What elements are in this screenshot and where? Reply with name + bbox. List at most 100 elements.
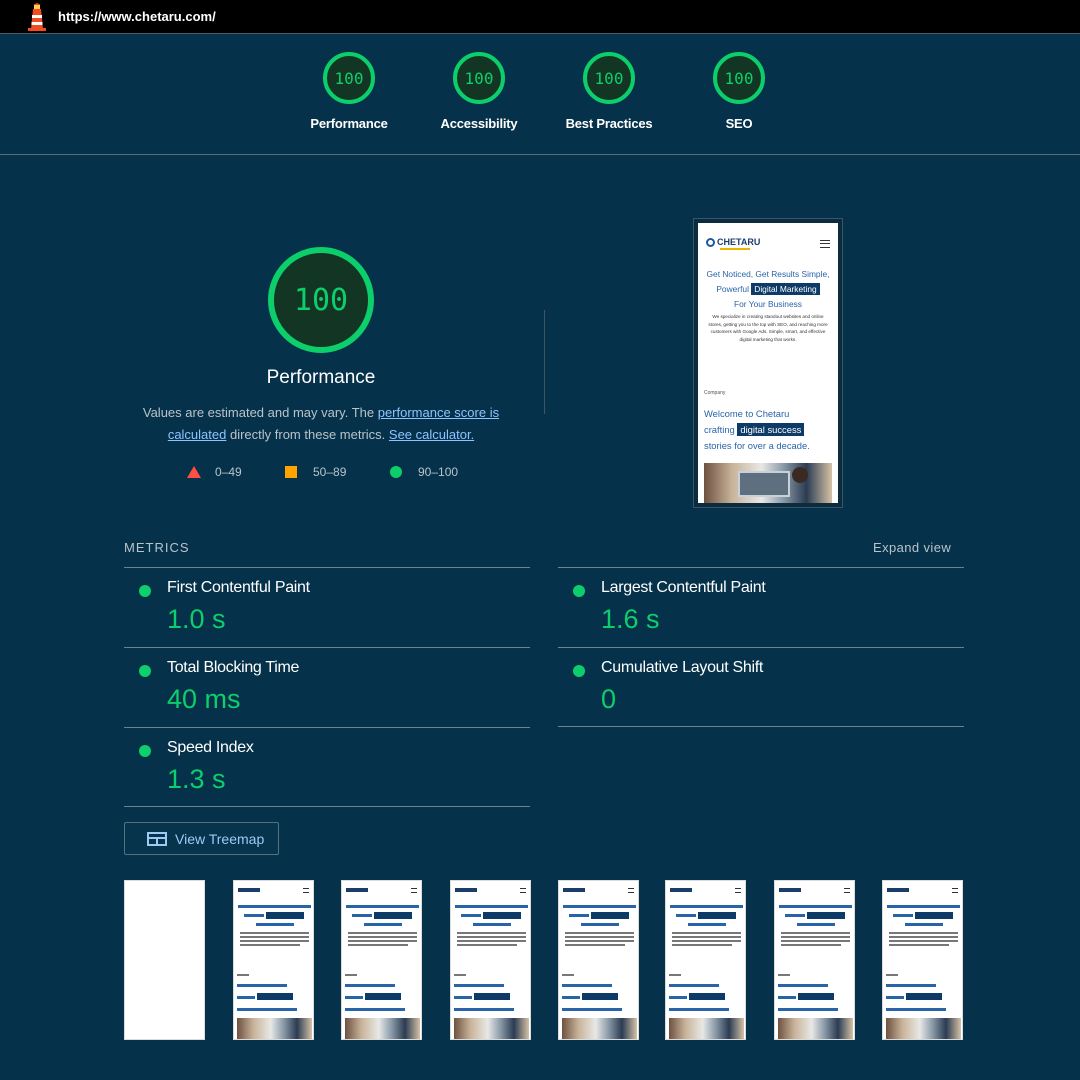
metric-value: 0 xyxy=(601,684,617,714)
thumbnail-part xyxy=(582,993,618,1000)
page-preview: CHETARU Get Noticed, Get Results Simple,… xyxy=(698,223,838,503)
divider xyxy=(544,310,545,414)
thumbnail-part xyxy=(348,940,417,942)
thumbnail-part xyxy=(348,944,408,946)
thumbnail-part xyxy=(886,974,898,976)
thumbnail-part xyxy=(781,944,841,946)
thumbnail-part xyxy=(473,923,511,926)
thumbnail-part xyxy=(562,1018,637,1039)
metric-value: 1.6 s xyxy=(601,604,660,634)
thumbnail-part xyxy=(886,984,936,987)
thumbnail-part xyxy=(457,936,526,938)
treemap-label: View Treemap xyxy=(175,830,265,847)
headline-line: For Your Business xyxy=(734,299,802,309)
final-screenshot[interactable]: CHETARU Get Noticed, Get Results Simple,… xyxy=(693,218,843,508)
thumbnail-part xyxy=(905,923,943,926)
thumbnail-part xyxy=(345,1018,420,1039)
thumbnail-part xyxy=(672,932,741,934)
metric-name: Speed Index xyxy=(167,739,254,756)
thumbnail-part xyxy=(591,912,629,919)
thumbnail-part xyxy=(474,993,510,1000)
thumbnail-part xyxy=(781,936,850,938)
thumbnail-part xyxy=(797,923,835,926)
legend-label: 90–100 xyxy=(418,465,459,479)
triangle-icon xyxy=(187,466,201,478)
thumbnail-part xyxy=(889,932,958,934)
thumbnail-part xyxy=(581,923,619,926)
see-calculator-link[interactable]: See calculator. xyxy=(389,427,474,442)
thumbnail-part xyxy=(886,1008,946,1011)
thumbnail-part xyxy=(887,905,960,908)
thumbnail-part xyxy=(669,974,681,976)
thumbnail-part xyxy=(411,888,417,893)
view-treemap-button[interactable]: View Treemap xyxy=(124,822,279,855)
thumbnail-part xyxy=(906,993,942,1000)
thumbnail-part xyxy=(844,888,850,893)
thumbnail-part xyxy=(374,912,412,919)
thumbnail-part xyxy=(345,1008,405,1011)
metric-value: 1.3 s xyxy=(167,764,226,794)
thumbnail-part xyxy=(454,996,472,999)
metric-name: Cumulative Layout Shift xyxy=(601,659,764,676)
thumbnail-part xyxy=(345,996,363,999)
thumbnail-part xyxy=(889,936,958,938)
thumbnail-part xyxy=(670,888,692,892)
category-seo[interactable]: 100 SEO xyxy=(659,52,819,131)
metric-tbt: Total Blocking Time 40 ms xyxy=(124,647,530,727)
thumbnail-part xyxy=(915,912,953,919)
pass-circle-icon xyxy=(573,585,585,597)
legend-average: 50–89 xyxy=(285,465,346,479)
treemap-icon xyxy=(147,831,167,846)
headline-line: Welcome to Chetaru xyxy=(704,408,790,419)
thumbnail-part xyxy=(628,888,634,893)
headline-line: Powerful xyxy=(716,284,749,294)
thumbnail-part xyxy=(781,932,850,934)
thumbnail-part xyxy=(238,905,311,908)
thumbnail-part xyxy=(672,944,732,946)
headline-highlight: Digital Marketing xyxy=(751,283,820,295)
headline-line: stories for over a decade. xyxy=(704,440,810,451)
filmstrip-frame xyxy=(124,880,205,1040)
thumbnail-part xyxy=(244,914,264,917)
metric-fcp: First Contentful Paint 1.0 s xyxy=(124,567,530,647)
thumbnail-part xyxy=(364,923,402,926)
thumbnail-part xyxy=(454,974,466,976)
headline-line: Get Noticed, Get Results Simple, xyxy=(706,269,830,279)
expand-view-button[interactable]: Expand view xyxy=(873,540,951,555)
thumbnail-part xyxy=(562,996,580,999)
thumbnail-part xyxy=(345,984,395,987)
thumbnail-part xyxy=(778,996,796,999)
thumbnail-part xyxy=(563,888,585,892)
thumbnail-part xyxy=(565,944,625,946)
thumbnail-part xyxy=(457,932,526,934)
thumbnail-part xyxy=(346,905,419,908)
site-logo: CHETARU xyxy=(706,237,760,247)
thumbnail-part xyxy=(669,1018,744,1039)
legend-fail: 0–49 xyxy=(187,465,242,479)
thumbnail-part xyxy=(798,993,834,1000)
thumbnail-part xyxy=(348,932,417,934)
pass-circle-icon xyxy=(139,665,151,677)
thumbnail-part xyxy=(688,923,726,926)
thumbnail-part xyxy=(240,932,309,934)
score-gauge: 100 xyxy=(583,52,635,104)
pass-circle-icon xyxy=(139,745,151,757)
circle-icon xyxy=(390,466,402,478)
legend-label: 50–89 xyxy=(313,465,347,479)
score-gauge: 100 xyxy=(453,52,505,104)
thumbnail-part xyxy=(676,914,696,917)
thumbnail-part xyxy=(889,944,949,946)
filmstrip-frame xyxy=(450,880,531,1040)
filmstrip-frame xyxy=(233,880,314,1040)
page-url[interactable]: https://www.chetaru.com/ xyxy=(58,9,216,24)
filmstrip-frame xyxy=(665,880,746,1040)
filmstrip-frame xyxy=(558,880,639,1040)
thumbnail-part xyxy=(562,974,574,976)
thumbnail-part xyxy=(565,940,634,942)
thumbnail-part xyxy=(237,1018,312,1039)
thumbnail-part xyxy=(457,940,526,942)
section-headline: Welcome to Chetaru crafting digital succ… xyxy=(704,406,834,454)
thumbnail-part xyxy=(889,940,958,942)
thumbnail-part xyxy=(563,905,636,908)
divider xyxy=(558,726,964,727)
